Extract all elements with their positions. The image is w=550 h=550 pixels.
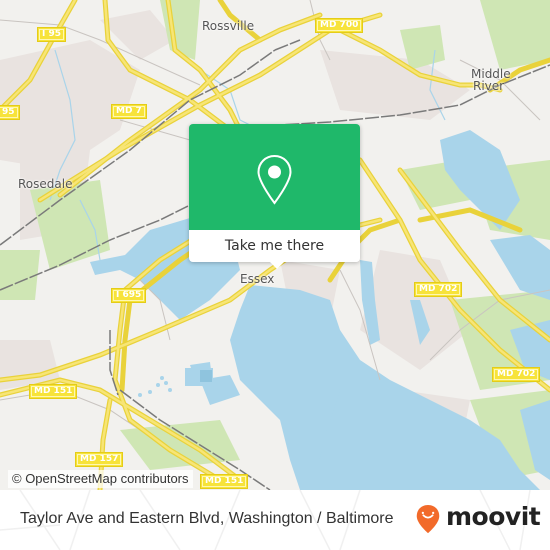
take-me-there-label: Take me there	[224, 238, 325, 254]
road-shield-i95-west: 95	[0, 105, 20, 120]
popup-header[interactable]	[189, 124, 360, 230]
road-shield-md157: MD 157	[75, 452, 124, 467]
road-shield-i695: I 695	[111, 288, 147, 303]
map-canvas[interactable]: Rossville Middle River Rosedale Essex I …	[0, 0, 550, 490]
treatment-ponds	[138, 368, 213, 397]
take-me-there-popup[interactable]: Take me there	[189, 124, 360, 269]
place-label-essex: Essex	[240, 272, 275, 286]
road-shield-md7: MD 7	[111, 104, 147, 119]
moovit-logo-icon	[416, 504, 440, 534]
place-label-rosedale: Rosedale	[18, 177, 73, 191]
place-label-rossville: Rossville	[202, 19, 255, 33]
map-pin-icon	[257, 154, 292, 205]
road-shield-md700: MD 700	[315, 18, 364, 33]
road-shield-md702: MD 702	[414, 282, 463, 297]
footer: Taylor Ave and Eastern Blvd, Washington …	[0, 490, 550, 550]
road-shield-i95: I 95	[37, 27, 67, 42]
place-label-middle-river-2: River	[473, 79, 505, 93]
road-shield-md151: MD 151	[29, 384, 78, 399]
moovit-wordmark: moovit	[446, 502, 541, 531]
road-shield-md702-south: MD 702	[492, 367, 541, 382]
take-me-there-button[interactable]: Take me there	[189, 230, 360, 262]
location-caption: Taylor Ave and Eastern Blvd, Washington …	[20, 510, 394, 527]
popup-pointer	[269, 261, 285, 269]
road-shield-md151-south: MD 151	[200, 474, 249, 489]
map-attribution[interactable]: © OpenStreetMap contributors	[8, 470, 193, 488]
